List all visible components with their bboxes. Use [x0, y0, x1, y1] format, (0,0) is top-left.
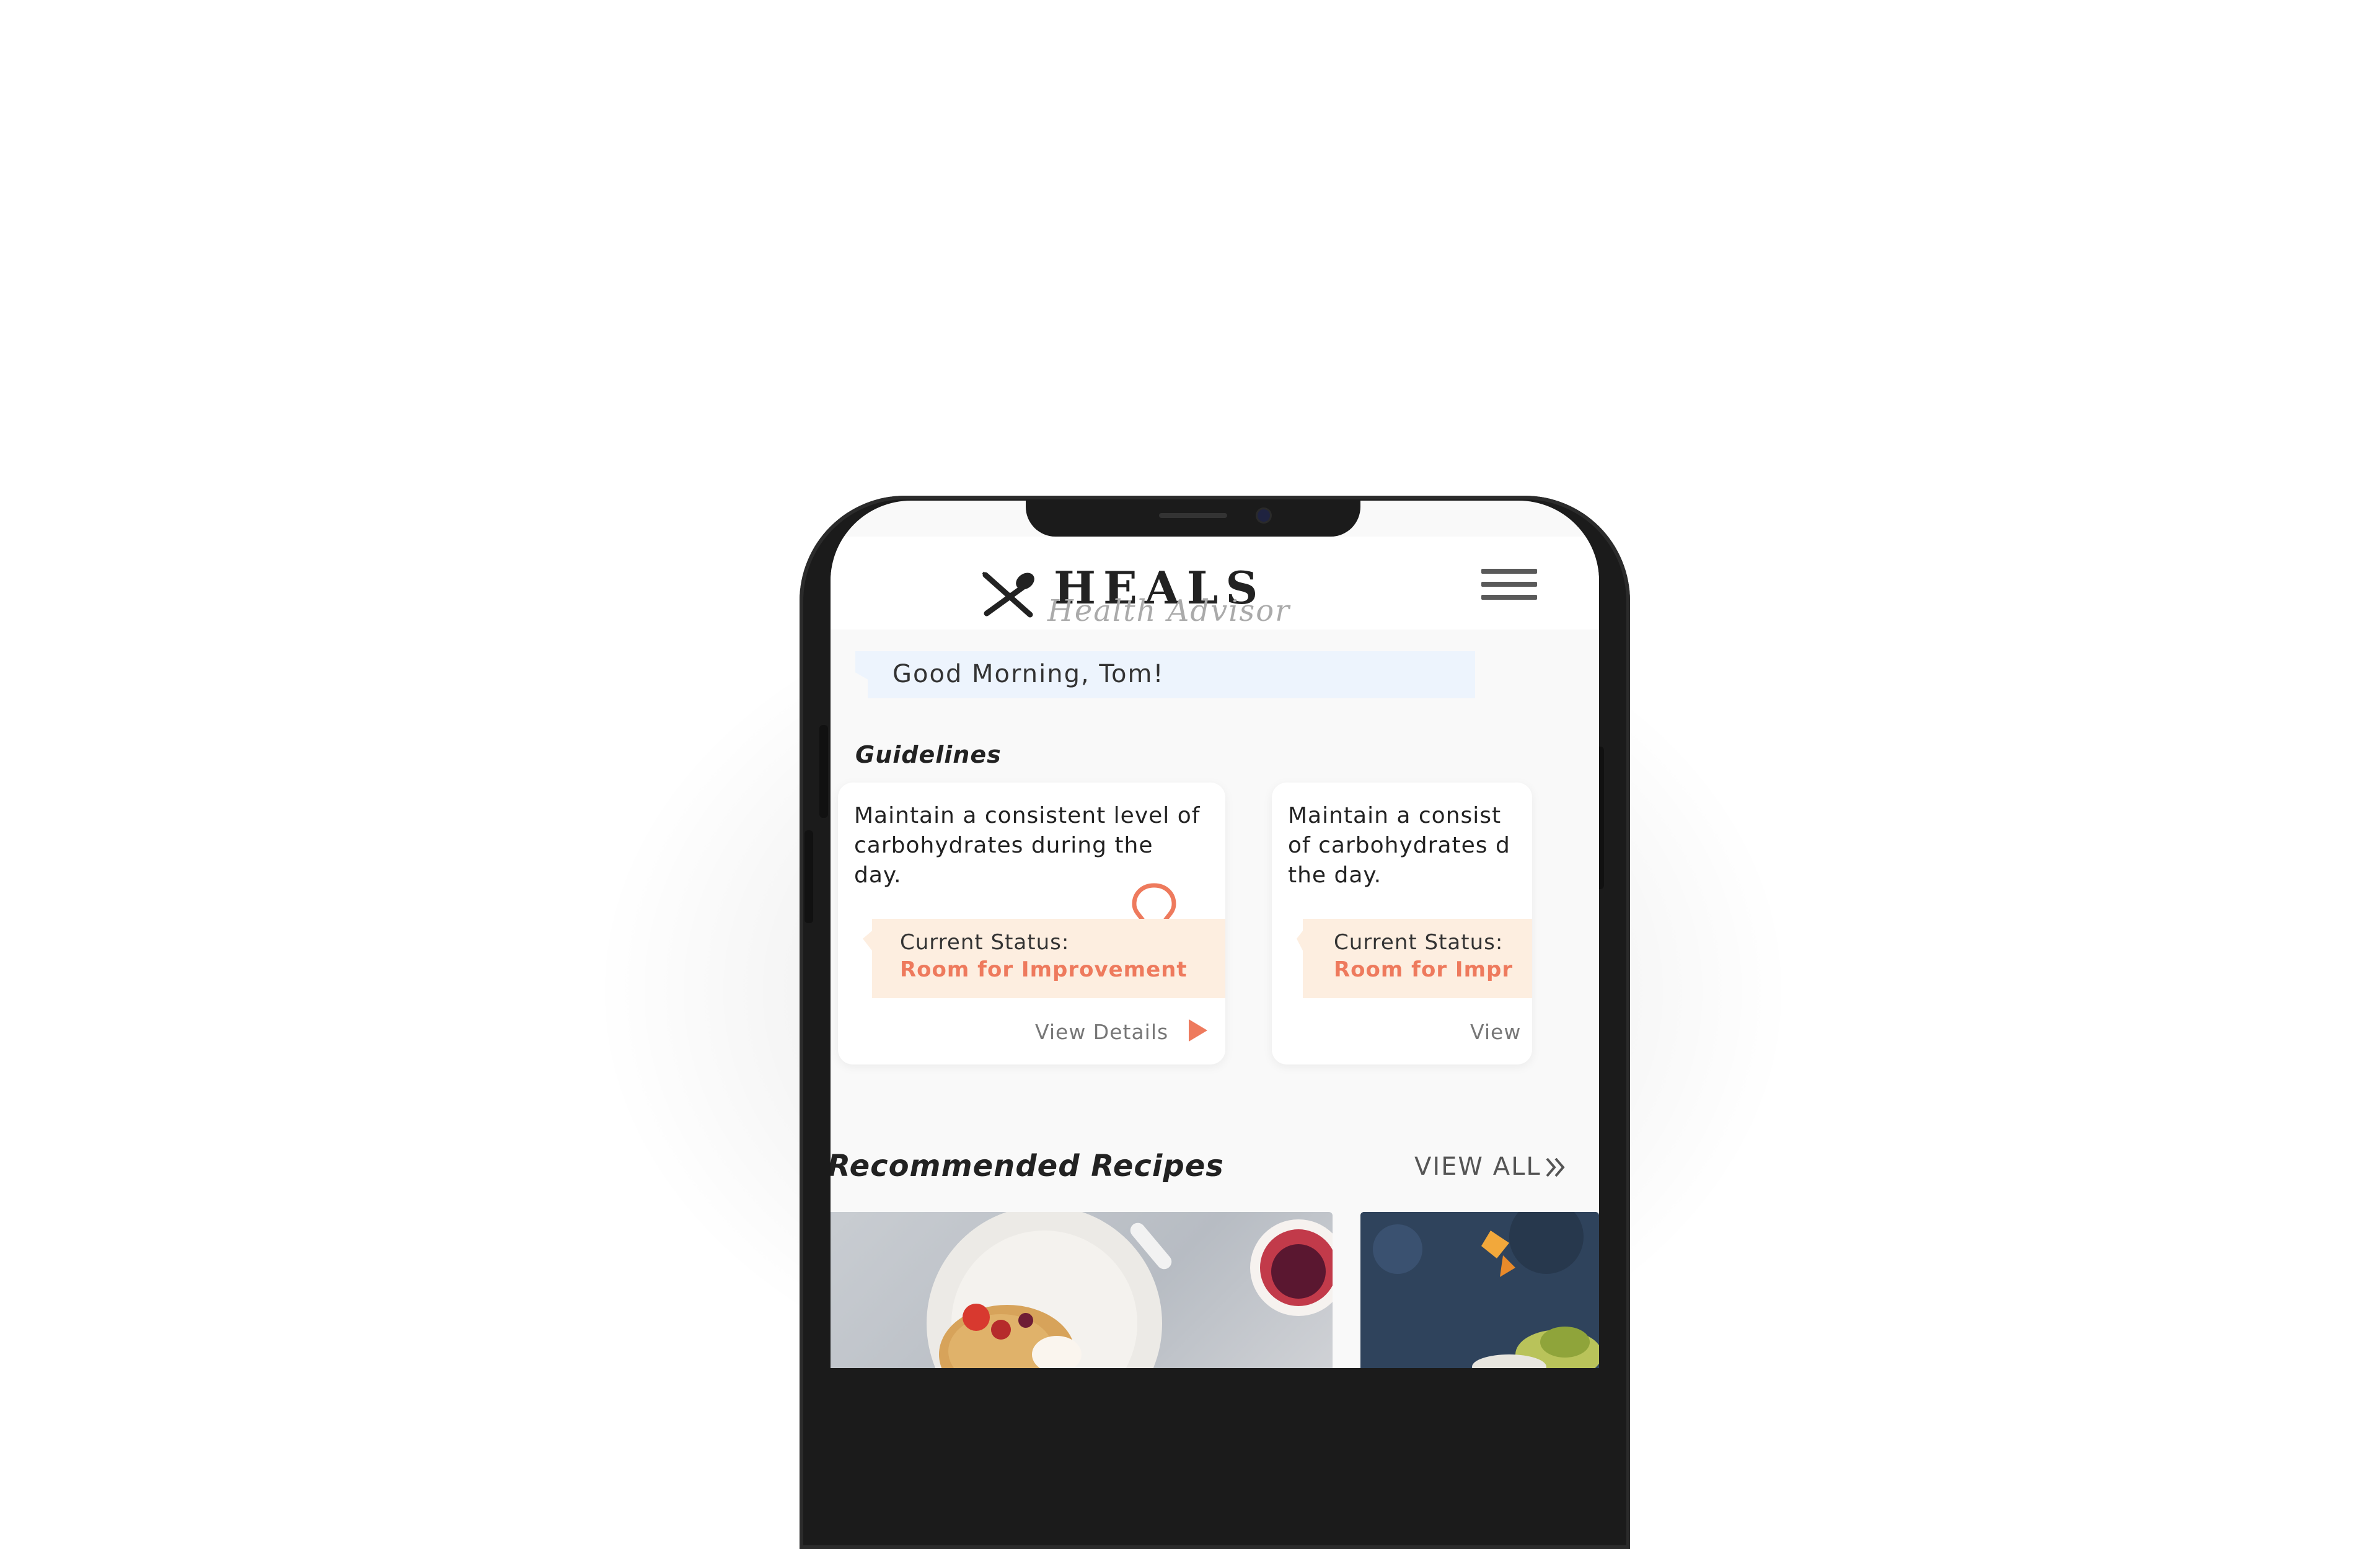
view-all-link[interactable]: VIEW ALL: [1414, 1152, 1541, 1181]
status-value: Room for Impr: [1334, 957, 1514, 982]
guideline-text: Maintain a consistent level of carbohydr…: [854, 803, 1201, 888]
guidelines-title: Guidelines: [855, 741, 1002, 768]
recipe-image-pancakes: [927, 1212, 1333, 1368]
guideline-card[interactable]: Maintain a consist of carbohydrates d th…: [1272, 783, 1532, 1064]
status-label: Current Status:: [1334, 930, 1504, 955]
status-value: Room for Improvement: [900, 957, 1188, 982]
hamburger-menu-icon[interactable]: [1481, 569, 1537, 606]
recipes-title: Recommended Recipes: [831, 1149, 1224, 1183]
notch: [1026, 501, 1360, 537]
side-button-volume-down: [804, 830, 813, 923]
status-label: Current Status:: [900, 930, 1070, 955]
greeting-banner: Good Morning, Tom!: [855, 651, 1475, 698]
double-chevron-right-icon[interactable]: [1543, 1155, 1568, 1180]
recipe-card[interactable]: [1360, 1212, 1599, 1368]
play-arrow-icon[interactable]: [1185, 1018, 1210, 1043]
recipe-image-dark-dish: [1360, 1212, 1599, 1368]
greeting-text: Good Morning, Tom!: [892, 660, 1165, 688]
guideline-card[interactable]: Maintain a consistent level of carbohydr…: [838, 783, 1225, 1064]
view-details-link[interactable]: View: [1470, 1020, 1521, 1044]
front-camera: [1258, 509, 1270, 522]
logo-subtitle: Health Advisor: [1047, 594, 1291, 628]
app-screen: HEALS Health Advisor Good Morning, Tom! …: [831, 501, 1599, 1368]
side-button-volume-up: [819, 725, 828, 818]
app-header: HEALS Health Advisor: [831, 537, 1599, 630]
recipe-card[interactable]: [831, 1212, 1333, 1368]
fork-spoon-icon: [982, 571, 1034, 618]
view-details-link[interactable]: View Details: [1035, 1020, 1168, 1044]
earpiece-speaker: [1159, 513, 1227, 518]
status-badge: Current Status: Room for Impr: [1297, 919, 1532, 998]
status-badge: Current Status: Room for Improvement: [863, 919, 1225, 998]
app-logo[interactable]: HEALS Health Advisor: [979, 561, 1302, 630]
recipes-header: Recommended Recipes VIEW ALL: [831, 1145, 1599, 1195]
guideline-text: Maintain a consist of carbohydrates d th…: [1288, 803, 1510, 888]
